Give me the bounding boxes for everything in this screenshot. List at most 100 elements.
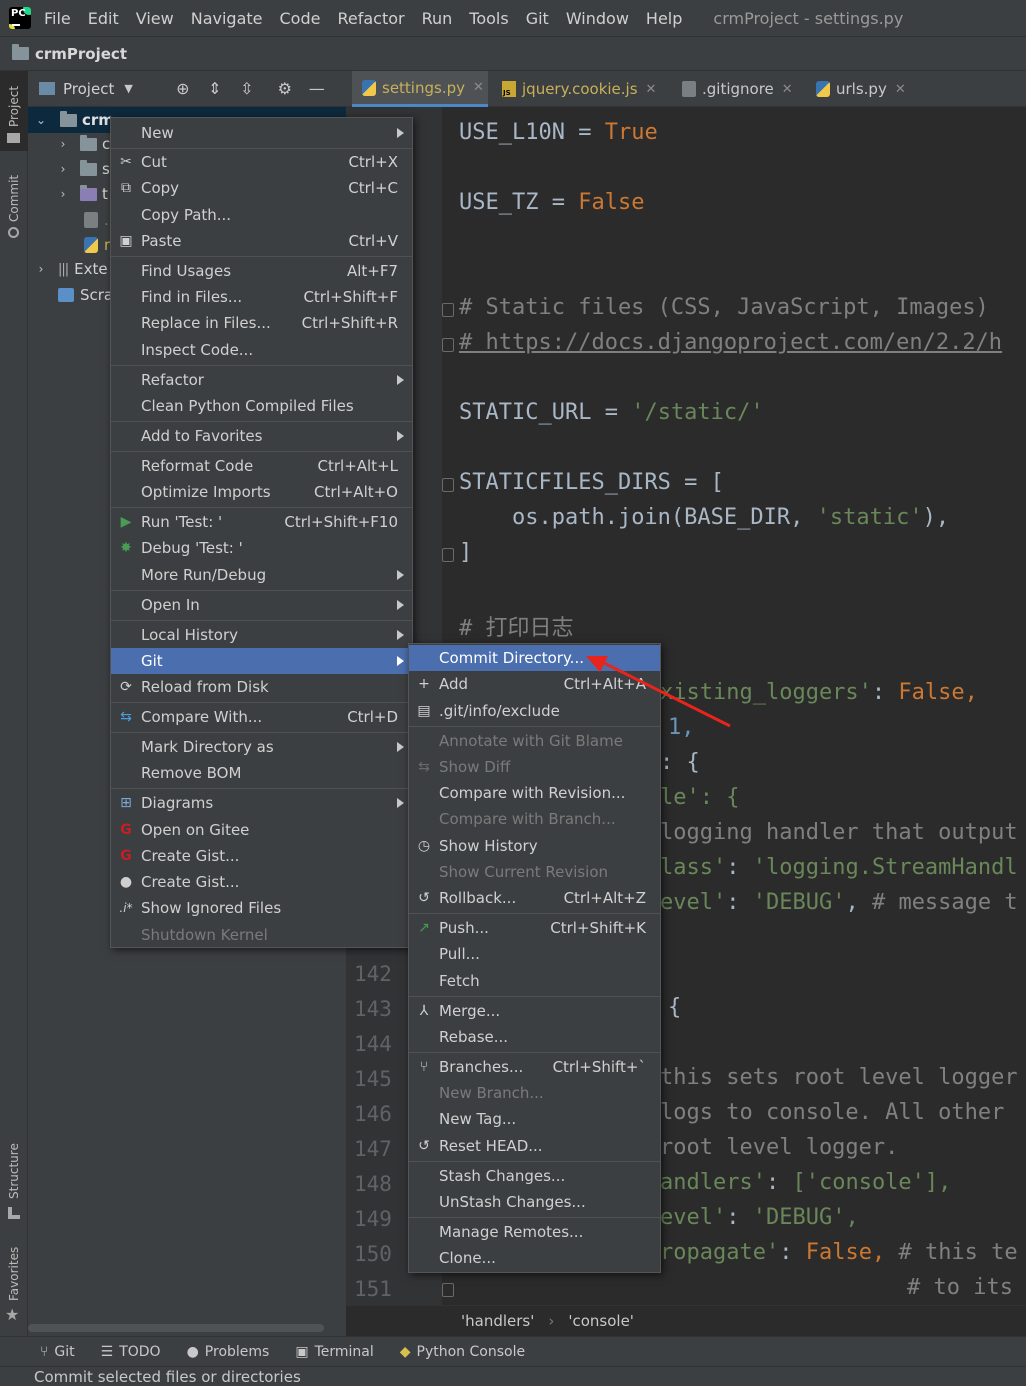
menu-tools[interactable]: Tools xyxy=(469,9,508,28)
tool-terminal[interactable]: ▣ Terminal xyxy=(295,1344,373,1360)
tab-urls-py[interactable]: urls.py ✕ xyxy=(814,71,906,107)
tab-settings-py[interactable]: settings.py ✕ xyxy=(352,71,488,107)
fold-marker-icon[interactable] xyxy=(442,303,454,317)
fold-marker-icon[interactable] xyxy=(442,338,454,352)
tab-gitignore[interactable]: .gitignore ✕ xyxy=(680,71,793,107)
menu-item-find-in-files[interactable]: Find in Files... Ctrl+Shift+F xyxy=(111,284,412,310)
menu-refactor[interactable]: Refactor xyxy=(337,9,404,28)
menu-item-clone[interactable]: Clone... xyxy=(409,1245,660,1271)
menu-item-copy-path[interactable]: Copy Path... xyxy=(111,202,412,228)
menu-item-paste[interactable]: ▣ Paste Ctrl+V xyxy=(111,228,412,254)
menu-item-add-to-favorites[interactable]: Add to Favorites xyxy=(111,423,412,449)
chevron-right-icon[interactable]: › xyxy=(56,137,70,151)
menu-item-create-gist-gitee[interactable]: G Create Gist... xyxy=(111,843,412,869)
menu-item-more-run-debug[interactable]: More Run/Debug xyxy=(111,562,412,588)
tab-structure-vertical[interactable]: Structure xyxy=(0,1137,28,1227)
tab-favorites-vertical[interactable]: Favorites ★ xyxy=(0,1245,28,1335)
project-name[interactable]: crmProject xyxy=(35,45,127,63)
fold-marker-icon[interactable] xyxy=(442,1283,454,1297)
menu-item-debug[interactable]: ✸ Debug 'Test: ' xyxy=(111,535,412,561)
chevron-down-icon[interactable]: ⌄ xyxy=(34,113,48,127)
menu-item-inspect-code[interactable]: Inspect Code... xyxy=(111,337,412,363)
menu-item-diagrams[interactable]: ⊞ Diagrams xyxy=(111,790,412,816)
menu-help[interactable]: Help xyxy=(646,9,682,28)
fold-marker-icon[interactable] xyxy=(442,478,454,492)
menu-item-run[interactable]: ▶ Run 'Test: ' Ctrl+Shift+F10 xyxy=(111,509,412,535)
menu-item-branches[interactable]: ⑂ Branches... Ctrl+Shift+` xyxy=(409,1054,660,1080)
chevron-right-icon[interactable]: › xyxy=(34,262,48,276)
menu-item-annotate: Annotate with Git Blame xyxy=(409,728,660,754)
menu-item-clean-python[interactable]: Clean Python Compiled Files xyxy=(111,393,412,419)
project-view-selector[interactable]: Project xyxy=(63,80,114,98)
tool-problems[interactable]: ● Problems xyxy=(187,1344,270,1360)
menu-git[interactable]: Git xyxy=(526,9,549,28)
menu-item-cut[interactable]: ✂ Cut Ctrl+X xyxy=(111,149,412,175)
menu-item-compare-revision[interactable]: Compare with Revision... xyxy=(409,780,660,806)
menu-item-open-in[interactable]: Open In xyxy=(111,592,412,618)
menu-item-manage-remotes[interactable]: Manage Remotes... xyxy=(409,1219,660,1245)
breadcrumb-item[interactable]: 'console' xyxy=(568,1312,634,1330)
menu-item-unstash[interactable]: UnStash Changes... xyxy=(409,1189,660,1215)
menu-item-open-on-gitee[interactable]: G Open on Gitee xyxy=(111,817,412,843)
menu-item-replace-in-files[interactable]: Replace in Files... Ctrl+Shift+R xyxy=(111,310,412,336)
menu-item-remove-bom[interactable]: Remove BOM xyxy=(111,760,412,786)
menu-item-fetch[interactable]: Fetch xyxy=(409,968,660,994)
menu-item-reset-head[interactable]: ↺ Reset HEAD... xyxy=(409,1133,660,1159)
menu-item-pull[interactable]: Pull... xyxy=(409,941,660,967)
menu-file[interactable]: File xyxy=(44,9,71,28)
menu-item-new[interactable]: New xyxy=(111,120,412,146)
tab-commit-vertical[interactable]: Commit xyxy=(0,167,28,247)
menu-item-refactor[interactable]: Refactor xyxy=(111,367,412,393)
menu-code[interactable]: Code xyxy=(280,9,321,28)
fold-marker-icon[interactable] xyxy=(442,548,454,562)
locate-icon[interactable]: ⊕ xyxy=(167,79,199,98)
menu-item-mark-directory[interactable]: Mark Directory as xyxy=(111,734,412,760)
menu-window[interactable]: Window xyxy=(566,9,629,28)
menu-item-git[interactable]: Git xyxy=(111,648,412,674)
menu-item-optimize-imports[interactable]: Optimize Imports Ctrl+Alt+O xyxy=(111,479,412,505)
menu-edit[interactable]: Edit xyxy=(88,9,119,28)
menu-item-show-ignored[interactable]: .i* Show Ignored Files xyxy=(111,895,412,921)
tab-project-vertical[interactable]: Project xyxy=(0,71,28,151)
menu-item-create-gist-github[interactable]: ● Create Gist... xyxy=(111,869,412,895)
menu-separator xyxy=(409,996,660,997)
menu-item-commit-directory[interactable]: Commit Directory... xyxy=(409,645,660,671)
menu-item-reload-from-disk[interactable]: ⟳ Reload from Disk xyxy=(111,674,412,700)
menu-item-reformat-code[interactable]: Reformat Code Ctrl+Alt+L xyxy=(111,453,412,479)
chevron-down-icon[interactable]: ▼ xyxy=(124,82,132,95)
menu-item-add[interactable]: + Add Ctrl+Alt+A xyxy=(409,671,660,697)
expand-all-icon[interactable]: ⇕ xyxy=(199,79,231,98)
menu-label: Merge... xyxy=(439,1002,501,1020)
tool-python-console[interactable]: ◆ Python Console xyxy=(400,1344,525,1360)
menu-item-compare-with[interactable]: ⇆ Compare With... Ctrl+D xyxy=(111,704,412,730)
menu-shortcut: Ctrl+Alt+A xyxy=(563,675,646,693)
menu-run[interactable]: Run xyxy=(422,9,453,28)
menu-item-git-exclude[interactable]: ▤ .git/info/exclude xyxy=(409,698,660,724)
close-icon[interactable]: ✕ xyxy=(782,82,793,97)
menu-item-rollback[interactable]: ↺ Rollback... Ctrl+Alt+Z xyxy=(409,885,660,911)
horizontal-scrollbar[interactable] xyxy=(28,1324,324,1332)
tool-todo[interactable]: ☰ TODO xyxy=(101,1344,161,1360)
menu-item-rebase[interactable]: Rebase... xyxy=(409,1024,660,1050)
menu-item-merge[interactable]: ⅄ Merge... xyxy=(409,998,660,1024)
hide-icon[interactable]: — xyxy=(301,79,333,98)
close-icon[interactable]: ✕ xyxy=(895,82,906,97)
tool-git[interactable]: ⑂ Git xyxy=(40,1344,75,1360)
menu-item-stash[interactable]: Stash Changes... xyxy=(409,1163,660,1189)
menu-item-copy[interactable]: ⧉ Copy Ctrl+C xyxy=(111,175,412,201)
close-icon[interactable]: ✕ xyxy=(646,82,657,97)
chevron-right-icon[interactable]: › xyxy=(56,162,70,176)
menu-item-push[interactable]: ↗ Push... Ctrl+Shift+K xyxy=(409,915,660,941)
breadcrumb-item[interactable]: 'handlers' xyxy=(461,1312,534,1330)
tab-jquery-cookie-js[interactable]: jquery.cookie.js ✕ xyxy=(496,71,656,107)
menu-view[interactable]: View xyxy=(136,9,174,28)
close-icon[interactable]: ✕ xyxy=(473,80,484,95)
menu-item-local-history[interactable]: Local History xyxy=(111,622,412,648)
menu-item-find-usages[interactable]: Find Usages Alt+F7 xyxy=(111,258,412,284)
chevron-right-icon[interactable]: › xyxy=(56,187,70,201)
collapse-all-icon[interactable]: ⇳ xyxy=(231,79,263,98)
menu-navigate[interactable]: Navigate xyxy=(191,9,263,28)
menu-item-show-history[interactable]: ◷ Show History xyxy=(409,833,660,859)
menu-item-new-tag[interactable]: New Tag... xyxy=(409,1106,660,1132)
gear-icon[interactable]: ⚙ xyxy=(269,79,301,98)
